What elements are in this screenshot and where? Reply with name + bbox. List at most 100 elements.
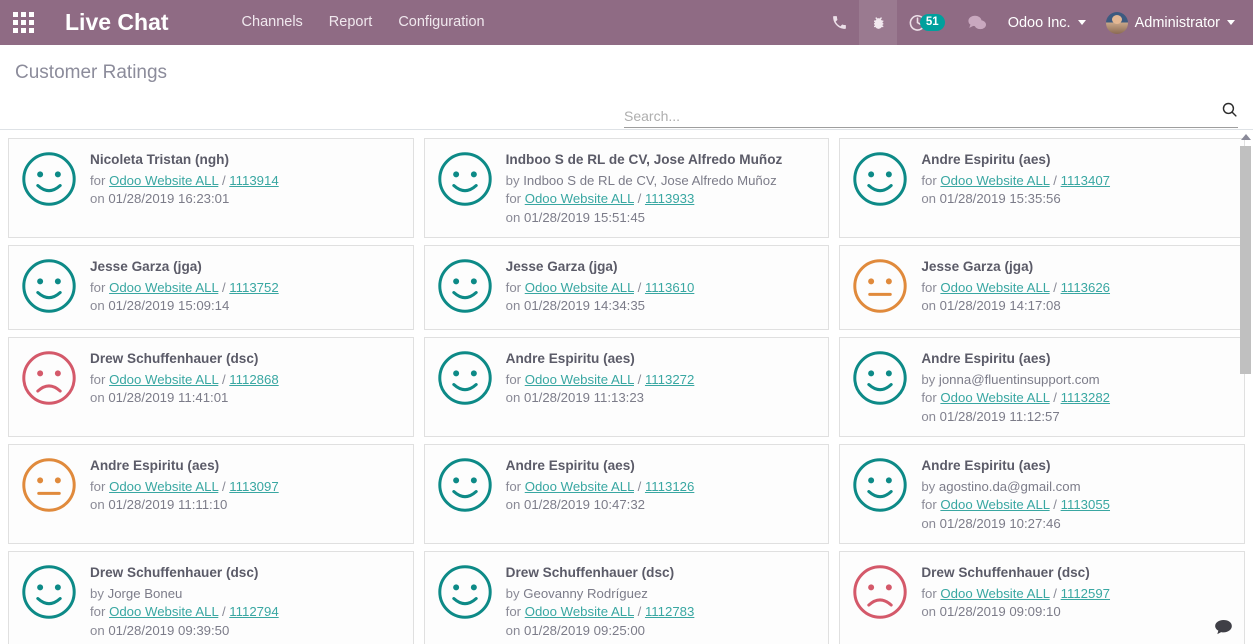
rating-date-line: on 01/28/2019 10:47:32 xyxy=(506,496,695,515)
rating-date-line: on 01/28/2019 14:17:08 xyxy=(921,297,1110,316)
separator: / xyxy=(1050,497,1061,512)
company-switcher[interactable]: Odoo Inc. xyxy=(998,0,1096,45)
menu-item-channels[interactable]: Channels xyxy=(229,0,316,45)
separator: / xyxy=(634,372,645,387)
apps-menu-button[interactable] xyxy=(0,0,46,45)
menu-item-configuration[interactable]: Configuration xyxy=(385,0,497,45)
rating-channel-link[interactable]: Odoo Website ALL xyxy=(940,280,1049,295)
rating-card-body: Drew Schuffenhauer (dsc)by Geovanny Rodr… xyxy=(506,562,695,640)
rating-sad-face-icon xyxy=(852,564,908,625)
rating-date: 01/28/2019 15:51:45 xyxy=(524,210,645,225)
rating-reference-link[interactable]: 1113282 xyxy=(1061,390,1110,405)
separator: / xyxy=(218,604,229,619)
phone-button[interactable] xyxy=(820,0,859,45)
rating-card-body: Indboo S de RL de CV, Jose Alfredo Muñoz… xyxy=(506,149,783,227)
rating-card[interactable]: Drew Schuffenhauer (dsc)by Jorge Boneufo… xyxy=(8,551,414,644)
rating-card[interactable]: Andre Espiritu (aes)for Odoo Website ALL… xyxy=(424,337,830,437)
search-icon[interactable] xyxy=(1221,101,1238,124)
on-label: on xyxy=(90,623,108,638)
rating-channel-link[interactable]: Odoo Website ALL xyxy=(109,604,218,619)
rating-reference-link[interactable]: 1113610 xyxy=(645,280,694,295)
rating-channel-line: for Odoo Website ALL / 1112868 xyxy=(90,371,279,390)
user-menu[interactable]: Administrator xyxy=(1096,0,1245,45)
rating-channel-link[interactable]: Odoo Website ALL xyxy=(525,479,634,494)
debug-button[interactable] xyxy=(859,0,897,45)
rating-channel-link[interactable]: Odoo Website ALL xyxy=(109,280,218,295)
rating-operator-name: Jesse Garza (jga) xyxy=(506,258,695,277)
rating-reference-link[interactable]: 1112783 xyxy=(645,604,694,619)
rating-card[interactable]: Andre Espiritu (aes)by jonna@fluentinsup… xyxy=(839,337,1245,437)
rating-channel-link[interactable]: Odoo Website ALL xyxy=(525,191,634,206)
rating-reference-link[interactable]: 1112868 xyxy=(229,372,278,387)
scroll-up-arrow-icon[interactable] xyxy=(1241,134,1251,140)
search-input[interactable] xyxy=(624,108,1221,124)
rating-reference-link[interactable]: 1113097 xyxy=(229,479,278,494)
rating-card[interactable]: Drew Schuffenhauer (dsc) for Odoo Website… xyxy=(839,551,1245,644)
rating-operator-name: Drew Schuffenhauer (dsc) xyxy=(921,564,1110,583)
rating-card[interactable]: Andre Espiritu (aes)for Odoo Website ALL… xyxy=(8,444,414,544)
menu-item-report[interactable]: Report xyxy=(316,0,386,45)
rating-channel-link[interactable]: Odoo Website ALL xyxy=(940,586,1049,601)
scrollbar-thumb[interactable] xyxy=(1240,146,1251,374)
rating-author: agostino.da@gmail.com xyxy=(939,479,1081,494)
app-brand-title[interactable]: Live Chat xyxy=(65,9,169,36)
rating-channel-link[interactable]: Odoo Website ALL xyxy=(940,497,1049,512)
rating-reference-link[interactable]: 1113407 xyxy=(1061,173,1110,188)
rating-reference-link[interactable]: 1113752 xyxy=(229,280,278,295)
rating-date-line: on 01/28/2019 11:12:57 xyxy=(921,408,1110,427)
rating-operator-name: Drew Schuffenhauer (dsc) xyxy=(90,350,279,369)
on-label: on xyxy=(921,516,939,531)
rating-channel-link[interactable]: Odoo Website ALL xyxy=(109,372,218,387)
activities-button[interactable]: 51 xyxy=(897,0,956,45)
rating-card[interactable]: Jesse Garza (jga)for Odoo Website ALL / … xyxy=(8,245,414,330)
rating-date-line: on 01/28/2019 10:27:46 xyxy=(921,515,1110,534)
chevron-down-icon xyxy=(1227,20,1235,25)
on-label: on xyxy=(506,623,524,638)
user-name: Administrator xyxy=(1135,15,1220,31)
rating-channel-link[interactable]: Odoo Website ALL xyxy=(525,280,634,295)
rating-operator-name: Jesse Garza (jga) xyxy=(90,258,279,277)
rating-channel-link[interactable]: Odoo Website ALL xyxy=(525,604,634,619)
on-label: on xyxy=(506,390,524,405)
rating-date-line: on 01/28/2019 09:09:10 xyxy=(921,603,1110,622)
rating-neutral-face-icon xyxy=(21,457,77,518)
rating-card[interactable]: Indboo S de RL de CV, Jose Alfredo Muñoz… xyxy=(424,138,830,238)
search-bar[interactable] xyxy=(624,101,1238,128)
rating-card[interactable]: Andre Espiritu (aes)by agostino.da@gmail… xyxy=(839,444,1245,544)
messaging-button[interactable] xyxy=(956,0,998,45)
rating-card[interactable]: Andre Espiritu (aes)for Odoo Website ALL… xyxy=(424,444,830,544)
rating-reference-link[interactable]: 1113933 xyxy=(645,191,694,206)
rating-reference-link[interactable]: 1113055 xyxy=(1061,497,1110,512)
rating-card[interactable]: Jesse Garza (jga)for Odoo Website ALL / … xyxy=(839,245,1245,330)
chat-bubble-icon[interactable] xyxy=(1215,620,1232,640)
rating-card[interactable]: Drew Schuffenhauer (dsc) for Odoo Website… xyxy=(8,337,414,437)
rating-happy-face-icon xyxy=(852,151,908,212)
for-label: for xyxy=(90,280,109,295)
rating-channel-link[interactable]: Odoo Website ALL xyxy=(109,479,218,494)
rating-card[interactable]: Nicoleta Tristan (ngh)for Odoo Website A… xyxy=(8,138,414,238)
rating-card-body: Jesse Garza (jga)for Odoo Website ALL / … xyxy=(506,256,695,316)
rating-operator-name: Andre Espiritu (aes) xyxy=(921,151,1110,170)
rating-reference-link[interactable]: 1112597 xyxy=(1061,586,1110,601)
for-label: for xyxy=(921,497,940,512)
rating-date: 01/28/2019 11:12:57 xyxy=(940,409,1060,424)
rating-channel-link[interactable]: Odoo Website ALL xyxy=(940,390,1049,405)
rating-reference-link[interactable]: 1113626 xyxy=(1061,280,1110,295)
rating-reference-link[interactable]: 1113914 xyxy=(229,173,278,188)
rating-reference-link[interactable]: 1112794 xyxy=(229,604,278,619)
rating-channel-link[interactable]: Odoo Website ALL xyxy=(109,173,218,188)
rating-card[interactable]: Jesse Garza (jga)for Odoo Website ALL / … xyxy=(424,245,830,330)
rating-card[interactable]: Drew Schuffenhauer (dsc)by Geovanny Rodr… xyxy=(424,551,830,644)
rating-operator-name: Jesse Garza (jga) xyxy=(921,258,1110,277)
rating-card[interactable]: Andre Espiritu (aes)for Odoo Website ALL… xyxy=(839,138,1245,238)
rating-channel-line: for Odoo Website ALL / 1113282 xyxy=(921,389,1110,408)
rating-reference-link[interactable]: 1113272 xyxy=(645,372,694,387)
by-label: by xyxy=(921,479,939,494)
for-label: for xyxy=(90,479,109,494)
rating-channel-link[interactable]: Odoo Website ALL xyxy=(525,372,634,387)
rating-card-body: Andre Espiritu (aes)for Odoo Website ALL… xyxy=(921,149,1110,209)
vertical-scrollbar[interactable] xyxy=(1240,134,1251,640)
rating-channel-link[interactable]: Odoo Website ALL xyxy=(940,173,1049,188)
rating-reference-link[interactable]: 1113126 xyxy=(645,479,694,494)
for-label: for xyxy=(921,586,940,601)
